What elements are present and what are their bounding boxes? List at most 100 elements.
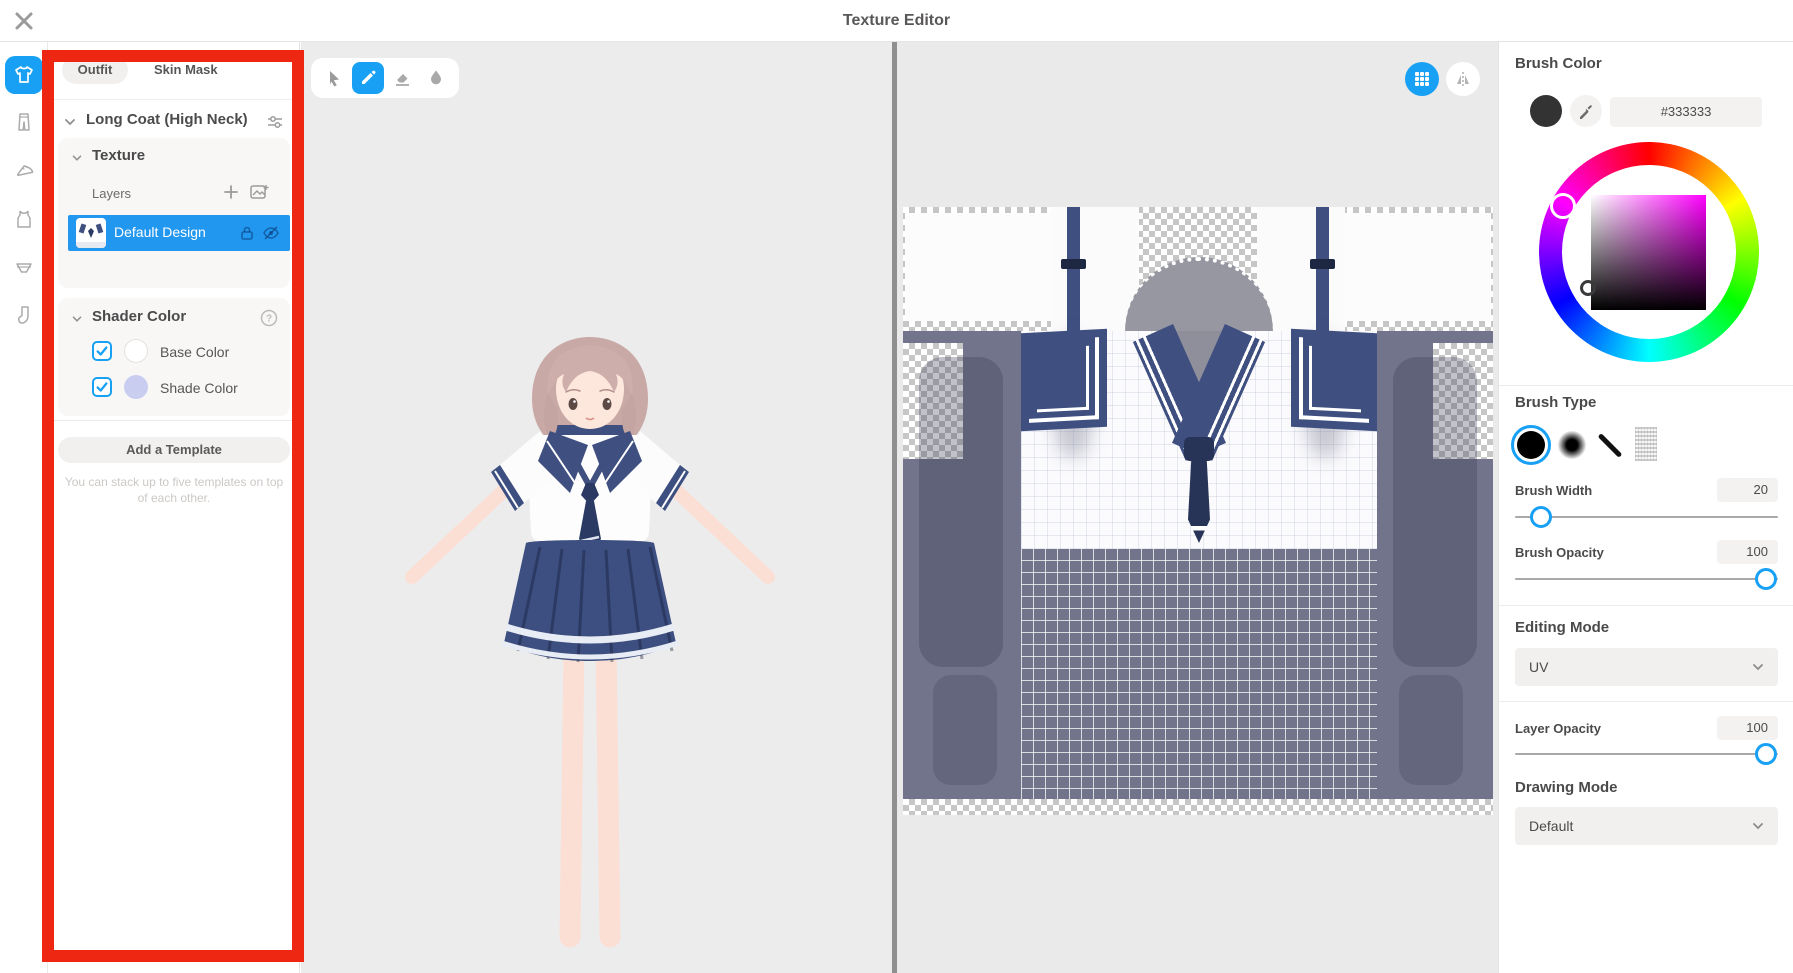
- panel-scrollbar[interactable]: [294, 54, 297, 92]
- category-rail: [0, 42, 48, 973]
- base-color-swatch[interactable]: [124, 339, 148, 363]
- outfit-panel: Outfit Skin Mask Long Coat (High Neck) T…: [48, 42, 300, 973]
- editing-mode-value: UV: [1529, 659, 1548, 675]
- shade-color-swatch[interactable]: [124, 375, 148, 399]
- layer-row-default-design[interactable]: Default Design: [68, 215, 290, 251]
- help-icon[interactable]: ?: [260, 309, 278, 327]
- symmetry-toggle-button[interactable]: [1446, 62, 1480, 96]
- eraser-tool-button[interactable]: [386, 62, 418, 94]
- brush-opacity-label: Brush Opacity: [1515, 545, 1604, 560]
- rail-item-socks[interactable]: [5, 296, 43, 334]
- add-template-button[interactable]: Add a Template: [58, 437, 290, 463]
- brush-type-title: Brush Type: [1515, 394, 1596, 411]
- eye-off-icon[interactable]: [262, 225, 280, 241]
- model-viewport[interactable]: [301, 42, 892, 973]
- uv-white-block: [1343, 213, 1491, 321]
- drawing-mode-select[interactable]: Default: [1515, 807, 1778, 845]
- brush-type-crayon[interactable]: [1635, 427, 1657, 461]
- drawing-mode-label: Drawing Mode: [1515, 779, 1618, 796]
- svg-text:?: ?: [266, 314, 272, 325]
- brush-width-knob[interactable]: [1530, 506, 1552, 528]
- brush-color-swatch[interactable]: [1530, 95, 1562, 127]
- editing-mode-label: Editing Mode: [1515, 619, 1609, 636]
- texture-section-title: Texture: [92, 147, 145, 164]
- rail-item-shirt[interactable]: [5, 56, 43, 94]
- add-image-layer-icon[interactable]: [250, 183, 270, 201]
- lock-icon[interactable]: [240, 225, 254, 241]
- texture-section: Texture Layers Default Design: [58, 138, 290, 288]
- eraser-icon: [392, 68, 412, 88]
- uv-shoulder-left: [1051, 207, 1139, 331]
- uv-canvas[interactable]: [897, 42, 1498, 973]
- brush-color-hex-input[interactable]: #333333: [1610, 97, 1762, 127]
- tab-outfit[interactable]: Outfit: [62, 56, 128, 84]
- saturation-handle[interactable]: [1580, 280, 1596, 296]
- underwear-icon: [13, 256, 35, 278]
- uv-bottom-strip: [903, 799, 1493, 815]
- eyedropper-icon: [1577, 102, 1595, 120]
- uv-collar-center: [1113, 331, 1285, 561]
- layers-label: Layers: [92, 186, 131, 201]
- uv-body-panel: [1021, 549, 1377, 799]
- rail-item-one-piece[interactable]: [5, 200, 43, 238]
- grid-toggle-button[interactable]: [1405, 62, 1439, 96]
- close-icon[interactable]: [12, 9, 36, 33]
- brush-type-soft[interactable]: [1557, 430, 1587, 460]
- brush-type-solid[interactable]: [1511, 425, 1551, 465]
- divider: [1499, 385, 1793, 386]
- brush-opacity-value[interactable]: 100: [1717, 540, 1778, 564]
- base-color-label: Base Color: [160, 344, 229, 360]
- item-settings-icon[interactable]: [266, 113, 284, 131]
- brush-width-value[interactable]: 20: [1717, 478, 1778, 502]
- rail-item-pants[interactable]: [5, 103, 43, 141]
- blend-tool-button[interactable]: [420, 62, 452, 94]
- character-preview: [390, 315, 790, 973]
- brush-opacity-track[interactable]: [1515, 578, 1778, 580]
- pencil-tool-button[interactable]: [352, 62, 384, 94]
- shader-section-title: Shader Color: [92, 308, 186, 325]
- chevron-down-icon[interactable]: [70, 312, 84, 326]
- shirt-icon: [13, 64, 35, 86]
- uv-sleeve-silhouette: [919, 357, 1003, 667]
- cursor-icon: [324, 68, 344, 88]
- layer-opacity-value[interactable]: 100: [1717, 716, 1778, 740]
- uv-texture[interactable]: [903, 207, 1493, 815]
- hue-handle[interactable]: [1550, 193, 1576, 219]
- saturation-square[interactable]: [1591, 195, 1706, 310]
- brush-width-track[interactable]: [1515, 516, 1778, 518]
- tab-skin-mask[interactable]: Skin Mask: [144, 56, 228, 84]
- shader-color-section: Shader Color ? Base Color Shade Color: [58, 298, 290, 416]
- layer-opacity-knob[interactable]: [1755, 743, 1777, 765]
- uv-sleeve-silhouette: [933, 675, 997, 785]
- layer-name: Default Design: [114, 224, 206, 240]
- sock-icon: [13, 304, 35, 326]
- shade-color-checkbox[interactable]: [92, 377, 112, 397]
- uv-sleeve-silhouette: [1399, 675, 1463, 785]
- brush-type-stroke[interactable]: [1595, 430, 1625, 460]
- brush-opacity-knob[interactable]: [1755, 568, 1777, 590]
- stroke-brush-icon: [1598, 433, 1623, 458]
- base-color-checkbox[interactable]: [92, 341, 112, 361]
- droplet-icon: [426, 68, 446, 88]
- cursor-tool-button[interactable]: [318, 62, 350, 94]
- layer-opacity-track[interactable]: [1515, 753, 1778, 755]
- panel-divider: [48, 420, 300, 421]
- brush-width-label: Brush Width: [1515, 483, 1592, 498]
- chevron-down-icon[interactable]: [70, 151, 84, 165]
- add-layer-icon[interactable]: [222, 183, 240, 201]
- tree-item-label[interactable]: Long Coat (High Neck): [86, 111, 248, 128]
- rail-item-shoes[interactable]: [5, 151, 43, 189]
- template-hint: You can stack up to five templates on to…: [62, 474, 286, 506]
- editing-mode-select[interactable]: UV: [1515, 648, 1778, 686]
- check-icon: [95, 380, 109, 394]
- shoe-icon: [13, 159, 35, 181]
- brush-panel: Brush Color #333333 Brush Type Brush Wid…: [1498, 42, 1793, 973]
- chevron-down-icon[interactable]: [62, 114, 78, 130]
- shade-color-label: Shade Color: [160, 380, 238, 396]
- divider: [1499, 701, 1793, 702]
- pencil-icon: [358, 68, 378, 88]
- eyedropper-button[interactable]: [1570, 95, 1602, 127]
- grid-icon: [1414, 71, 1430, 87]
- uv-white-block: [905, 213, 1053, 321]
- rail-item-underwear[interactable]: [5, 248, 43, 286]
